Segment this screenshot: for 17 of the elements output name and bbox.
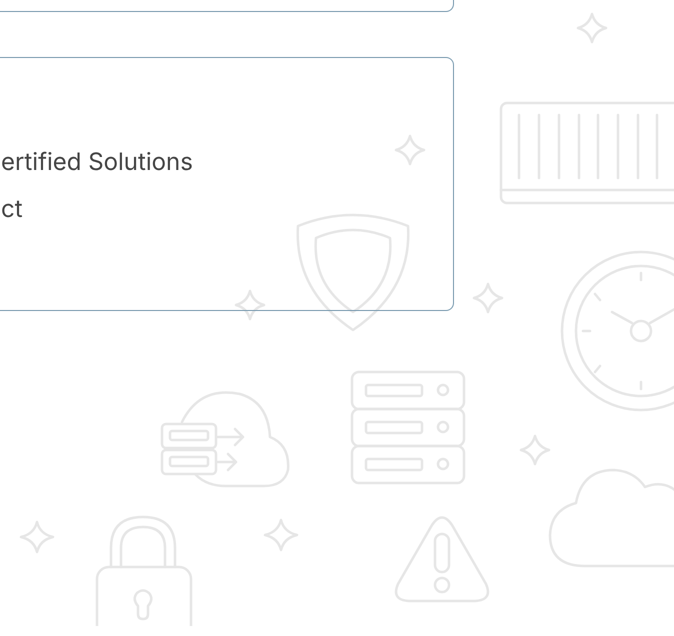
card-text: ct <box>1 193 23 225</box>
warning-icon <box>394 516 490 602</box>
server-rack-icon <box>500 102 674 204</box>
sparkle-icon <box>234 290 266 320</box>
sparkle-icon <box>576 12 608 44</box>
cloud-icon <box>548 468 674 568</box>
server-stack-icon <box>350 370 466 484</box>
clock-icon <box>560 250 674 412</box>
sparkle-icon <box>394 134 426 166</box>
cloud-servers-icon <box>160 391 290 488</box>
sparkle-icon <box>264 518 298 552</box>
shield-icon <box>296 214 410 332</box>
padlock-icon <box>96 516 192 626</box>
sparkle-icon <box>472 282 504 314</box>
sparkle-icon <box>20 520 54 554</box>
card-text: ertified Solutions <box>1 146 193 178</box>
sparkle-icon <box>520 434 550 466</box>
